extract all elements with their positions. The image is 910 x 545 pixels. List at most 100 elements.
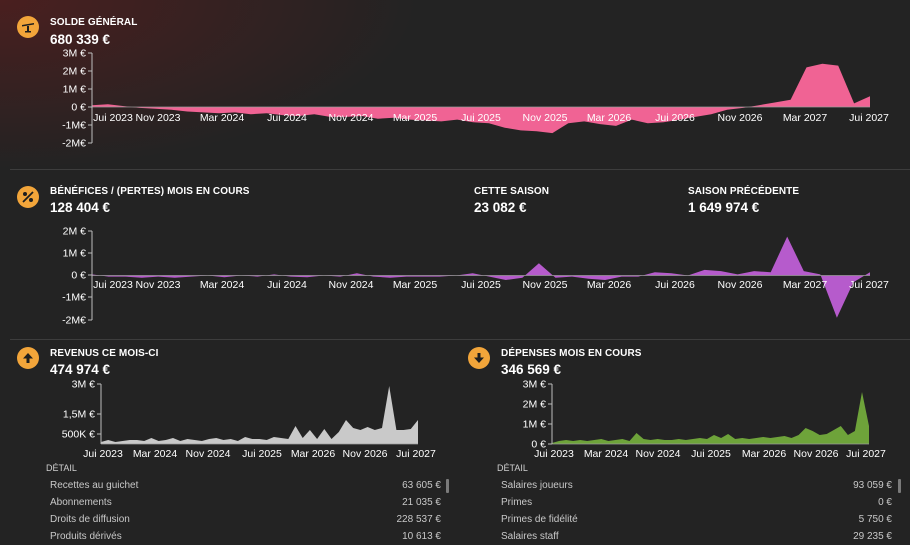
- y-tick-label: 1M €: [63, 84, 87, 96]
- depenses-detail-title: DÉTAIL: [497, 463, 528, 473]
- x-tick-label: Nov 2026: [718, 279, 763, 291]
- y-tick-label: 3M €: [72, 379, 96, 391]
- revenus-label: REVENUS CE MOIS-CI: [50, 348, 159, 359]
- x-tick-label: Jui 2027: [849, 112, 889, 124]
- y-tick-label: 0 €: [71, 270, 86, 282]
- depenses-label: DÉPENSES MOIS EN COURS: [501, 348, 642, 359]
- detail-row: Droits de diffusion 228 537 €: [50, 514, 441, 528]
- x-tick-label: Nov 2026: [794, 448, 839, 460]
- depenses-detail-scrollbar[interactable]: [898, 479, 901, 493]
- saison-precedente-label: SAISON PRÉCÉDENTE: [688, 186, 800, 197]
- x-tick-label: Jui 2024: [267, 279, 307, 291]
- detail-row: Primes de fidélité 5 750 €: [501, 514, 892, 528]
- detail-row-value: 228 537 €: [396, 514, 442, 525]
- detail-row-value: 93 059 €: [853, 480, 892, 491]
- detail-row-label: Abonnements: [50, 497, 112, 508]
- detail-row-value: 0 €: [878, 497, 892, 508]
- detail-row-label: Salaires joueurs: [501, 480, 573, 491]
- y-tick-label: 3M €: [63, 48, 87, 60]
- benefices-value: 128 404 €: [50, 200, 111, 215]
- x-tick-label: Mar 2024: [200, 279, 245, 291]
- x-tick-label: Jui 2023: [93, 279, 133, 291]
- x-tick-label: Nov 2025: [523, 112, 568, 124]
- balance-scale-icon: [17, 16, 39, 38]
- x-tick-label: Jui 2027: [849, 279, 889, 291]
- detail-row-label: Primes: [501, 497, 533, 508]
- x-tick-label: Jui 2025: [691, 448, 731, 460]
- detail-row: Salaires joueurs 93 059 €: [501, 480, 892, 494]
- depenses-value: 346 569 €: [501, 362, 562, 377]
- revenus-detail-scrollbar[interactable]: [446, 479, 449, 493]
- x-tick-label: Nov 2024: [186, 448, 231, 460]
- y-tick-label: 2M €: [523, 399, 547, 411]
- detail-row-label: Recettes au guichet: [50, 480, 139, 491]
- x-tick-label: Mar 2025: [393, 112, 438, 124]
- x-tick-label: Mar 2024: [200, 112, 245, 124]
- section-divider: [10, 339, 910, 340]
- revenus-detail-title: DÉTAIL: [46, 463, 77, 473]
- x-tick-label: Jui 2027: [396, 448, 436, 460]
- detail-row-value: 5 750 €: [858, 514, 892, 525]
- cette-saison-label: CETTE SAISON: [474, 186, 550, 197]
- detail-row-label: Produits dérivés: [50, 531, 122, 542]
- y-tick-label: 500K €: [62, 429, 95, 441]
- saison-precedente-value: 1 649 974 €: [688, 200, 760, 215]
- arrow-down-icon: [468, 347, 490, 369]
- y-tick-label: -1M€: [62, 120, 86, 132]
- x-tick-label: Jui 2023: [534, 448, 574, 460]
- area-series: [101, 386, 418, 444]
- x-tick-label: Nov 2024: [329, 279, 374, 291]
- x-tick-label: Mar 2026: [291, 448, 336, 460]
- x-tick-label: Nov 2026: [718, 112, 763, 124]
- x-tick-label: Mar 2026: [587, 279, 632, 291]
- detail-row: Recettes au guichet 63 605 €: [50, 480, 441, 494]
- detail-row-value: 10 613 €: [402, 531, 441, 542]
- x-tick-label: Nov 2024: [636, 448, 681, 460]
- solde-label: SOLDE GÉNÉRAL: [50, 17, 138, 28]
- solde-chart: 3M € 2M € 1M € 0 € -1M€ -2M€ Jui 2023 Nov 2023 M…: [62, 48, 889, 150]
- x-tick-label: Mar 2025: [393, 279, 438, 291]
- y-tick-label: 2M €: [63, 66, 87, 78]
- section-divider: [10, 169, 910, 170]
- x-tick-label: Jui 2025: [242, 448, 282, 460]
- x-tick-label: Jui 2026: [655, 112, 695, 124]
- y-tick-label: 1M €: [523, 419, 547, 431]
- y-tick-label: 0 €: [71, 102, 86, 114]
- area-series: [92, 236, 870, 318]
- benefices-chart: 2M € 1M € 0 € -1M€ -2M€ Jui 2023 Nov 2023 Mar 2…: [62, 226, 889, 327]
- detail-row-label: Salaires staff: [501, 531, 559, 542]
- detail-row-label: Droits de diffusion: [50, 514, 130, 525]
- detail-row-value: 63 605 €: [402, 480, 441, 491]
- x-tick-label: Mar 2027: [783, 279, 828, 291]
- y-tick-label: 3M €: [523, 379, 547, 391]
- area-series: [552, 392, 869, 444]
- x-tick-label: Mar 2026: [742, 448, 787, 460]
- y-tick-label: -2M€: [62, 138, 86, 150]
- x-tick-label: Jui 2023: [83, 448, 123, 460]
- x-tick-label: Nov 2023: [136, 112, 181, 124]
- revenus-chart: 3M € 1,5M € 500K € Jui 2023 Mar 2024 Nov 2024…: [62, 379, 436, 461]
- cette-saison-value: 23 082 €: [474, 200, 527, 215]
- detail-row-value: 21 035 €: [402, 497, 441, 508]
- x-tick-label: Mar 2024: [584, 448, 629, 460]
- x-tick-label: Nov 2024: [329, 112, 374, 124]
- detail-row: Abonnements 21 035 €: [50, 497, 441, 511]
- y-tick-label: -1M€: [62, 292, 86, 304]
- x-tick-label: Nov 2023: [136, 279, 181, 291]
- x-tick-label: Jui 2025: [461, 279, 501, 291]
- y-tick-label: -2M€: [62, 315, 86, 327]
- y-tick-label: 2M €: [63, 226, 87, 238]
- x-tick-label: Nov 2026: [343, 448, 388, 460]
- x-tick-label: Jui 2024: [267, 112, 307, 124]
- y-tick-label: 1M €: [63, 248, 87, 260]
- x-tick-label: Mar 2027: [783, 112, 828, 124]
- x-tick-label: Jui 2025: [461, 112, 501, 124]
- x-tick-label: Jui 2023: [93, 112, 133, 124]
- arrow-up-icon: [17, 347, 39, 369]
- detail-row: Primes 0 €: [501, 497, 892, 511]
- depenses-chart: 3M €2M €1M €0 €Jui 2023 Mar 2024 Nov 2024 J…: [523, 379, 886, 461]
- detail-row-label: Primes de fidélité: [501, 514, 578, 525]
- x-tick-label: Nov 2025: [523, 279, 568, 291]
- x-tick-label: Mar 2026: [587, 112, 632, 124]
- percent-icon: [17, 186, 39, 208]
